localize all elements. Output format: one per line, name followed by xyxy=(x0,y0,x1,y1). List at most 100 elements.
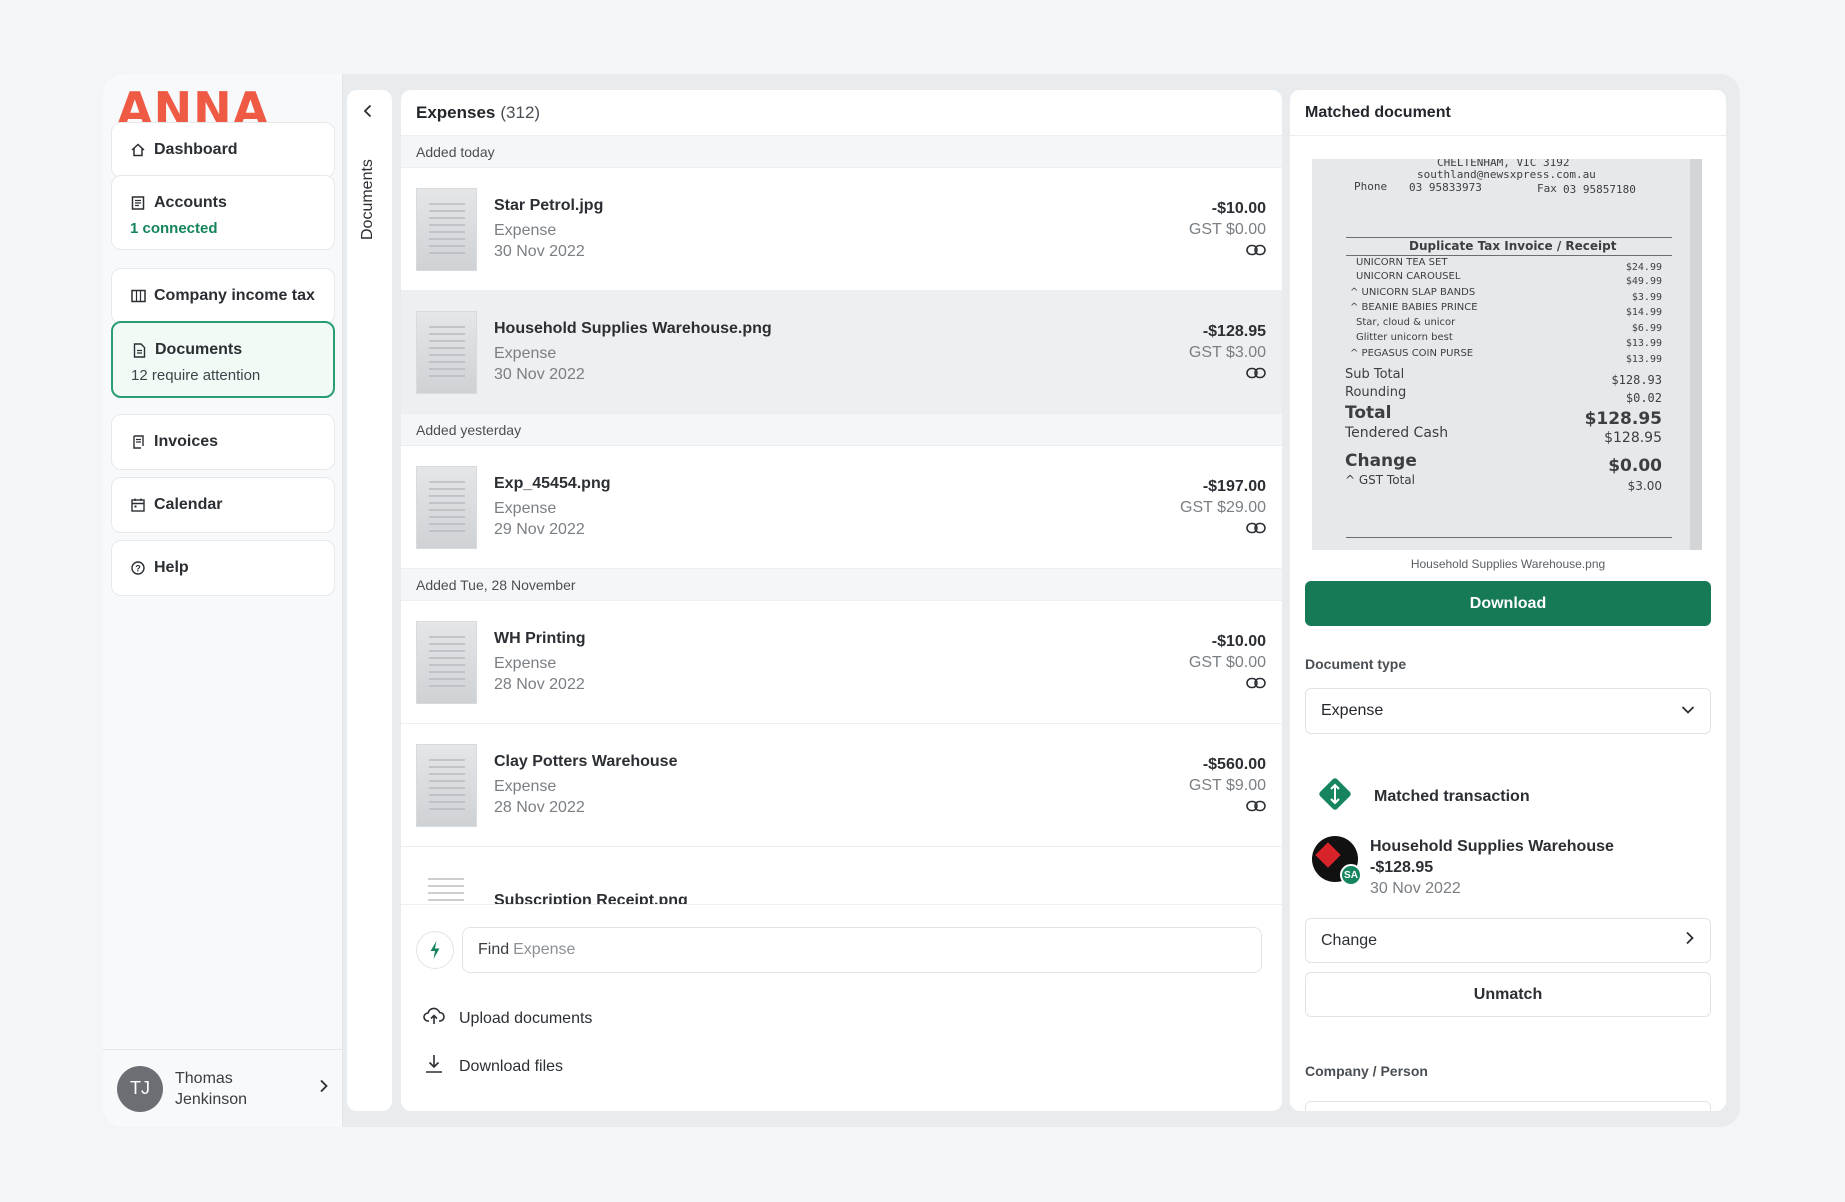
svg-text:?: ? xyxy=(135,564,141,574)
expense-gst: GST $0.00 xyxy=(1188,220,1266,238)
download-icon xyxy=(423,1054,445,1079)
expense-gst: GST $3.00 xyxy=(1188,343,1266,361)
link-icon xyxy=(1246,676,1266,694)
expense-title: Household Supplies Warehouse.png xyxy=(494,319,772,337)
expense-date: 28 Nov 2022 xyxy=(494,675,585,693)
receipt-thumbnail xyxy=(416,864,477,904)
help-icon: ? xyxy=(130,560,146,576)
documents-collapsed-panel: Documents xyxy=(347,90,392,1111)
expense-title: Star Petrol.jpg xyxy=(494,196,604,214)
document-icon xyxy=(131,342,147,358)
expense-gst: GST $9.00 xyxy=(1188,776,1266,794)
sidebar-item-company-income-tax[interactable]: Company income tax xyxy=(111,268,335,324)
change-transaction-button[interactable]: Change xyxy=(1305,918,1711,963)
matched-transaction-header: Matched transaction xyxy=(1316,775,1530,818)
upload-documents-label: Upload documents xyxy=(459,1009,593,1027)
transaction-amount: -$128.95 xyxy=(1370,859,1434,876)
expense-type: Expense xyxy=(494,344,557,362)
group-label: Added today xyxy=(401,136,1282,168)
receipt-thumbnail xyxy=(416,465,477,549)
expense-title: Clay Potters Warehouse xyxy=(494,752,678,770)
download-files-button[interactable]: Download files xyxy=(423,1054,563,1079)
unmatch-button[interactable]: Unmatch xyxy=(1305,972,1711,1017)
expense-type: Expense xyxy=(494,654,557,672)
expense-amount: -$560.00 xyxy=(1202,755,1266,773)
find-placeholder: Expense xyxy=(513,941,576,958)
receipt-thumbnail xyxy=(416,620,477,704)
invoice-icon xyxy=(130,434,146,450)
cloud-upload-icon xyxy=(423,1007,445,1030)
sidebar-item-label: Help xyxy=(154,559,189,576)
accounts-status: 1 connected xyxy=(130,220,218,237)
link-icon xyxy=(1246,243,1266,261)
company-person-label: Company / Person xyxy=(1305,1063,1428,1079)
sidebar: ANNA Dashboard Accounts 1 connected Comp… xyxy=(103,74,343,1127)
document-type-select[interactable]: Expense xyxy=(1305,688,1711,734)
receipt-thumbnail xyxy=(416,187,477,271)
expense-date: 30 Nov 2022 xyxy=(494,242,585,260)
bolt-icon[interactable] xyxy=(416,931,454,969)
company-person-field[interactable] xyxy=(1305,1101,1711,1111)
sidebar-item-label: Documents xyxy=(155,341,243,358)
expense-title: Exp_45454.png xyxy=(494,474,611,492)
sidebar-item-label: Company income tax xyxy=(154,287,315,304)
transaction-date: 30 Nov 2022 xyxy=(1370,880,1461,897)
transfer-diamond-icon xyxy=(1316,775,1354,818)
expense-type: Expense xyxy=(494,777,557,795)
matched-document-title: Matched document xyxy=(1290,90,1726,136)
merchant-badge: SA xyxy=(1340,864,1362,886)
transaction-name: Household Supplies Warehouse xyxy=(1370,838,1614,855)
expense-row-selected[interactable]: Household Supplies Warehouse.png Expense… xyxy=(401,291,1282,414)
expense-row[interactable]: WH Printing Expense 28 Nov 2022 -$10.00 … xyxy=(401,601,1282,724)
sidebar-item-dashboard[interactable]: Dashboard xyxy=(111,122,335,178)
expense-amount: -$197.00 xyxy=(1202,477,1266,495)
group-label: Added Tue, 28 November xyxy=(401,569,1282,601)
sidebar-item-help[interactable]: ? Help xyxy=(111,540,335,596)
expense-amount: -$10.00 xyxy=(1211,632,1266,650)
sidebar-item-invoices[interactable]: Invoices xyxy=(111,414,335,470)
matched-document-panel: Matched document CHELTENHAM, VIC 3192 so… xyxy=(1290,90,1726,1111)
matched-transaction: SA Household Supplies Warehouse -$128.95… xyxy=(1312,836,1614,899)
expense-row[interactable]: Exp_45454.png Expense 29 Nov 2022 -$197.… xyxy=(401,446,1282,569)
expenses-panel: Expenses (312) Added today Star Petrol.j… xyxy=(401,90,1282,1111)
sidebar-item-documents[interactable]: Documents 12 require attention xyxy=(111,321,335,398)
expense-title: Subscription Receipt.png xyxy=(494,892,688,905)
find-prefix: Find xyxy=(478,941,510,958)
receipt-thumbnail xyxy=(416,310,477,394)
expense-type: Expense xyxy=(494,499,557,517)
link-icon xyxy=(1246,366,1266,384)
user-name: Thomas Jenkinson xyxy=(175,1069,248,1108)
ledger-icon xyxy=(130,195,146,211)
link-icon xyxy=(1246,799,1266,817)
find-bar: Find Expense xyxy=(416,927,1262,973)
app-window: ANNA Dashboard Accounts 1 connected Comp… xyxy=(103,74,1740,1127)
expense-row-partial[interactable]: Subscription Receipt.png xyxy=(401,847,1282,905)
expense-date: 30 Nov 2022 xyxy=(494,365,585,383)
expenses-count: (312) xyxy=(500,102,541,122)
expense-row[interactable]: Clay Potters Warehouse Expense 28 Nov 20… xyxy=(401,724,1282,847)
expense-gst: GST $0.00 xyxy=(1188,653,1266,671)
download-button[interactable]: Download xyxy=(1305,581,1711,626)
building-icon xyxy=(130,288,146,304)
documents-vertical-label: Documents xyxy=(359,159,376,240)
find-expense-input[interactable]: Find Expense xyxy=(462,927,1262,973)
calendar-icon xyxy=(130,497,146,513)
expense-date: 29 Nov 2022 xyxy=(494,520,585,538)
sidebar-item-calendar[interactable]: Calendar xyxy=(111,477,335,533)
user-profile[interactable]: TJ Thomas Jenkinson xyxy=(103,1049,343,1127)
receipt-preview[interactable]: CHELTENHAM, VIC 3192 southland@newsxpres… xyxy=(1312,159,1702,550)
chevron-right-icon xyxy=(1685,931,1695,950)
link-icon xyxy=(1246,521,1266,539)
upload-documents-button[interactable]: Upload documents xyxy=(423,1007,592,1030)
chevron-right-icon xyxy=(319,1079,329,1098)
sidebar-item-accounts[interactable]: Accounts 1 connected xyxy=(111,175,335,250)
expense-gst: GST $29.00 xyxy=(1180,498,1266,516)
avatar: TJ xyxy=(117,1065,163,1112)
expense-row[interactable]: Star Petrol.jpg Expense 30 Nov 2022 -$10… xyxy=(401,168,1282,291)
download-files-label: Download files xyxy=(459,1057,564,1075)
sidebar-item-label: Accounts xyxy=(154,194,227,211)
document-type-value: Expense xyxy=(1321,702,1384,719)
expenses-header: Expenses (312) xyxy=(401,90,1282,136)
documents-status: 12 require attention xyxy=(131,367,261,384)
group-label: Added yesterday xyxy=(401,414,1282,446)
